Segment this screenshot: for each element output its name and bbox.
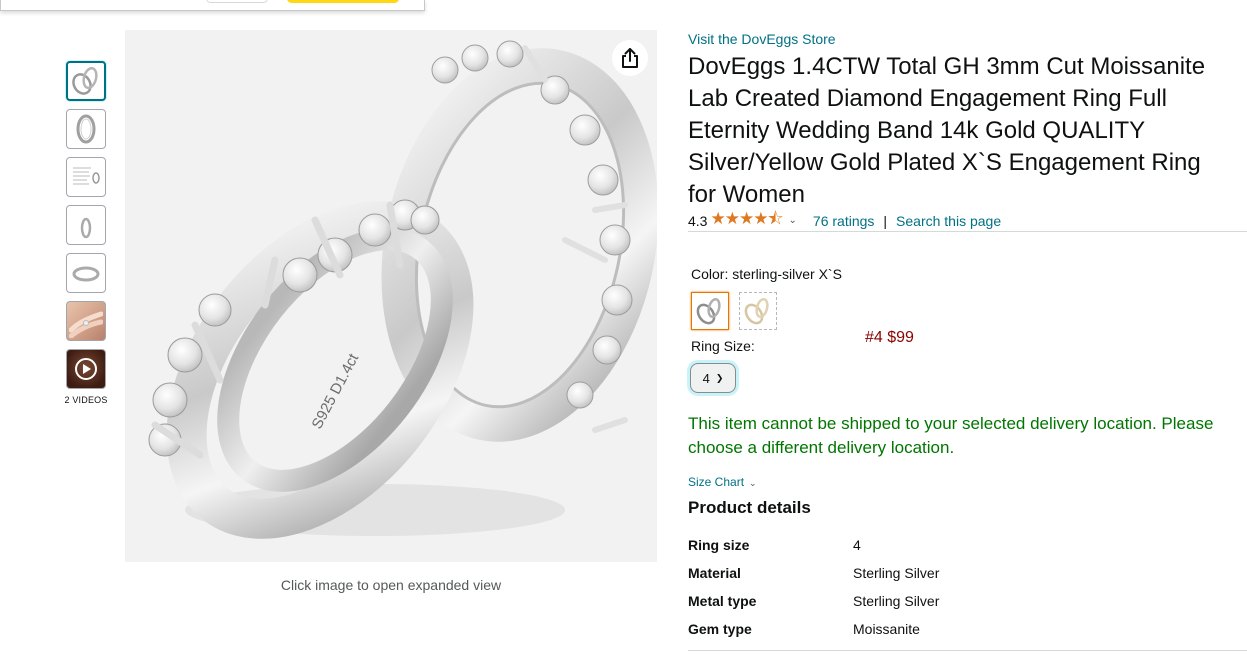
ring-engraving: S925 D1.4ct [309, 350, 363, 432]
color-swatch-silver[interactable] [691, 292, 729, 330]
ring-side-icon [80, 217, 92, 239]
videos-count-label: 2 VIDEOS [64, 395, 108, 405]
detail-key: Material [688, 565, 741, 581]
hand-icon [69, 311, 103, 338]
thumbnail-1[interactable] [66, 61, 106, 101]
thumbnail-strip [66, 61, 106, 397]
chevron-down-icon: ❯ [715, 372, 724, 383]
popover-remnant [0, 0, 425, 11]
ring-pair-icon [72, 66, 98, 95]
table-row: Gem type Moissanite [688, 615, 1247, 643]
store-link[interactable]: Visit the DovEggs Store [688, 31, 1247, 47]
color-selector: Color: sterling-silver X`S [691, 266, 1247, 330]
play-icon [75, 358, 97, 380]
thumbnail-6[interactable] [66, 301, 106, 341]
ring-size-label: Ring Size: [691, 338, 755, 354]
shipping-warning: This item cannot be shipped to your sele… [688, 414, 1214, 457]
size-price-note: #4 $99 [865, 329, 914, 346]
ring-upright-icon [76, 114, 96, 144]
main-product-image[interactable]: S925 D1.4ct [125, 30, 659, 562]
rating-row: 4.3 ★★★★⯪ ⌄ 76 ratings | Search this pag… [688, 209, 1247, 232]
color-swatches [691, 292, 1247, 330]
chevron-down-icon: ⌄ [749, 478, 757, 488]
product-details-table: Ring size 4 Material Sterling Silver Met… [688, 531, 1247, 643]
table-row: Ring size 4 [688, 531, 1247, 559]
ring-swatch-icon [696, 297, 721, 325]
ring-swatch-gold-icon [744, 297, 769, 325]
product-info-panel: Visit the DovEggs Store DovEggs 1.4CTW T… [688, 31, 1247, 651]
popover-secondary-button[interactable] [206, 0, 268, 3]
popover-primary-button[interactable] [287, 0, 399, 3]
ratings-link[interactable]: 76 ratings [813, 213, 874, 229]
detail-value: Sterling Silver [853, 565, 940, 581]
detail-value: Moissanite [853, 621, 920, 637]
product-title: DovEggs 1.4CTW Total GH 3mm Cut Moissani… [688, 53, 1206, 208]
ring-flat-icon [72, 266, 100, 282]
detail-key: Gem type [688, 621, 752, 637]
thumbnail-4[interactable] [66, 205, 106, 245]
ring-size-dropdown[interactable]: 4 ❯ [690, 363, 736, 393]
size-chart-toggle[interactable]: Size Chart ⌄ [688, 475, 757, 489]
detail-key: Ring size [688, 537, 750, 553]
color-swatch-gold[interactable] [739, 292, 777, 330]
divider [688, 650, 1247, 651]
thumbnail-video[interactable] [66, 349, 106, 389]
chevron-down-icon[interactable]: ⌄ [789, 215, 797, 226]
detail-value: Sterling Silver [853, 593, 940, 609]
search-page-link[interactable]: Search this page [896, 213, 1001, 229]
thumbnail-3[interactable] [66, 157, 106, 197]
size-chart-thumb-icon [73, 167, 100, 185]
table-row: Metal type Sterling Silver [688, 587, 1247, 615]
star-rating-icon[interactable]: ★★★★⯪ [710, 206, 783, 235]
image-caption: Click image to open expanded view [280, 577, 502, 593]
share-icon [622, 48, 638, 68]
separator: | [883, 212, 888, 229]
thumbnail-5[interactable] [66, 253, 106, 293]
size-chart-label: Size Chart [688, 475, 745, 489]
ring-product-illustration: S925 D1.4ct [148, 40, 659, 539]
detail-key: Metal type [688, 593, 757, 609]
thumbnail-2[interactable] [66, 109, 106, 149]
detail-value: 4 [853, 537, 861, 553]
ring-size-value: 4 [702, 370, 710, 386]
product-details-heading: Product details [688, 498, 811, 517]
share-button[interactable] [612, 40, 648, 76]
table-row: Material Sterling Silver [688, 559, 1247, 587]
color-label: Color: sterling-silver X`S [691, 266, 842, 282]
rating-value: 4.3 [688, 212, 708, 229]
